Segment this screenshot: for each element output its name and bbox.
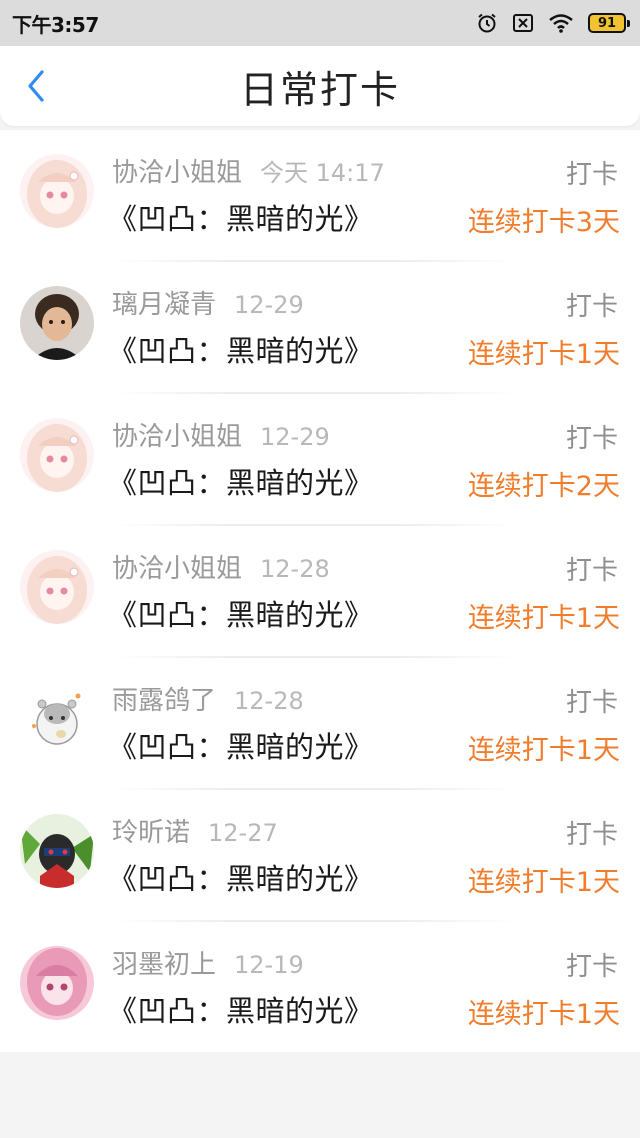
streak-label: 连续打卡2天 xyxy=(467,471,620,502)
timestamp: 12-27 xyxy=(208,819,278,847)
checkin-list: 协洽小姐姐 今天 14:17 《凹凸：黑暗的光》 打卡 连续打卡3天 璃月凝青 … xyxy=(0,130,640,1052)
hamster-cartoon-avatar[interactable] xyxy=(20,682,94,756)
status-bar: 下午3:57 91 xyxy=(0,0,640,46)
anime-girl-pink-avatar[interactable] xyxy=(20,550,94,624)
entry-meta: 雨露鸽了 12-28 xyxy=(112,680,304,717)
timestamp: 12-29 xyxy=(260,423,330,451)
page-title: 日常打卡 xyxy=(239,67,400,112)
streak-label: 连续打卡1天 xyxy=(467,999,620,1030)
book-title[interactable]: 《凹凸：黑暗的光》 xyxy=(108,988,374,1030)
alarm-icon xyxy=(476,12,498,34)
book-title[interactable]: 《凹凸：黑暗的光》 xyxy=(108,592,374,634)
timestamp: 12-28 xyxy=(234,687,304,715)
anime-girl-pink-hair-avatar[interactable] xyxy=(20,946,94,1020)
streak-label: 连续打卡1天 xyxy=(467,735,620,766)
checkin-row[interactable]: 协洽小姐姐 12-28 《凹凸：黑暗的光》 打卡 连续打卡1天 xyxy=(0,526,640,658)
book-title[interactable]: 《凹凸：黑暗的光》 xyxy=(108,724,374,766)
anime-girl-pink-avatar[interactable] xyxy=(20,154,94,228)
back-button[interactable] xyxy=(18,68,54,104)
child-photo-avatar[interactable] xyxy=(20,286,94,360)
entry-meta: 玲昕诺 12-27 xyxy=(112,812,278,849)
action-label: 打卡 xyxy=(565,688,618,718)
username[interactable]: 玲昕诺 xyxy=(112,812,190,849)
action-label: 打卡 xyxy=(565,952,618,982)
checkin-row[interactable]: 玲昕诺 12-27 《凹凸：黑暗的光》 打卡 连续打卡1天 xyxy=(0,790,640,922)
entry-meta: 协洽小姐姐 12-29 xyxy=(112,416,330,453)
entry-meta: 羽墨初上 12-19 xyxy=(112,944,304,981)
wifi-icon xyxy=(548,13,574,33)
book-title[interactable]: 《凹凸：黑暗的光》 xyxy=(108,856,374,898)
no-sim-icon xyxy=(512,13,534,33)
book-title[interactable]: 《凹凸：黑暗的光》 xyxy=(108,460,374,502)
entry-meta: 协洽小姐姐 今天 14:17 xyxy=(112,152,385,189)
username[interactable]: 雨露鸽了 xyxy=(112,680,216,717)
username[interactable]: 协洽小姐姐 xyxy=(112,152,242,189)
header: 日常打卡 xyxy=(0,46,640,126)
checkin-row[interactable]: 雨露鸽了 12-28 《凹凸：黑暗的光》 打卡 连续打卡1天 xyxy=(0,658,640,790)
entry-meta: 协洽小姐姐 12-28 xyxy=(112,548,330,585)
checkin-row[interactable]: 璃月凝青 12-29 《凹凸：黑暗的光》 打卡 连续打卡1天 xyxy=(0,262,640,394)
timestamp: 12-29 xyxy=(234,291,304,319)
entry-meta: 璃月凝青 12-29 xyxy=(112,284,304,321)
status-icons: 91 xyxy=(476,12,630,34)
streak-label: 连续打卡1天 xyxy=(467,603,620,634)
streak-label: 连续打卡1天 xyxy=(467,339,620,370)
action-label: 打卡 xyxy=(565,424,618,454)
streak-label: 连续打卡1天 xyxy=(467,867,620,898)
timestamp: 12-28 xyxy=(260,555,330,583)
status-time: 下午3:57 xyxy=(12,12,99,37)
book-title[interactable]: 《凹凸：黑暗的光》 xyxy=(108,328,374,370)
action-label: 打卡 xyxy=(565,160,618,190)
checkin-row[interactable]: 协洽小姐姐 今天 14:17 《凹凸：黑暗的光》 打卡 连续打卡3天 xyxy=(0,130,640,262)
anime-character-green-avatar[interactable] xyxy=(20,814,94,888)
action-label: 打卡 xyxy=(565,820,618,850)
battery-icon: 91 xyxy=(588,13,630,33)
checkin-row[interactable]: 协洽小姐姐 12-29 《凹凸：黑暗的光》 打卡 连续打卡2天 xyxy=(0,394,640,526)
book-title[interactable]: 《凹凸：黑暗的光》 xyxy=(108,196,374,238)
timestamp: 12-19 xyxy=(234,951,304,979)
chevron-left-icon xyxy=(28,70,44,102)
username[interactable]: 协洽小姐姐 xyxy=(112,548,242,585)
username[interactable]: 羽墨初上 xyxy=(112,944,216,981)
anime-girl-pink-avatar[interactable] xyxy=(20,418,94,492)
username[interactable]: 协洽小姐姐 xyxy=(112,416,242,453)
streak-label: 连续打卡3天 xyxy=(467,207,620,238)
action-label: 打卡 xyxy=(565,292,618,322)
battery-level: 91 xyxy=(597,15,617,31)
username[interactable]: 璃月凝青 xyxy=(112,284,216,321)
checkin-row[interactable]: 羽墨初上 12-19 《凹凸：黑暗的光》 打卡 连续打卡1天 xyxy=(0,922,640,1054)
timestamp: 今天 14:17 xyxy=(260,159,385,187)
action-label: 打卡 xyxy=(565,556,618,586)
